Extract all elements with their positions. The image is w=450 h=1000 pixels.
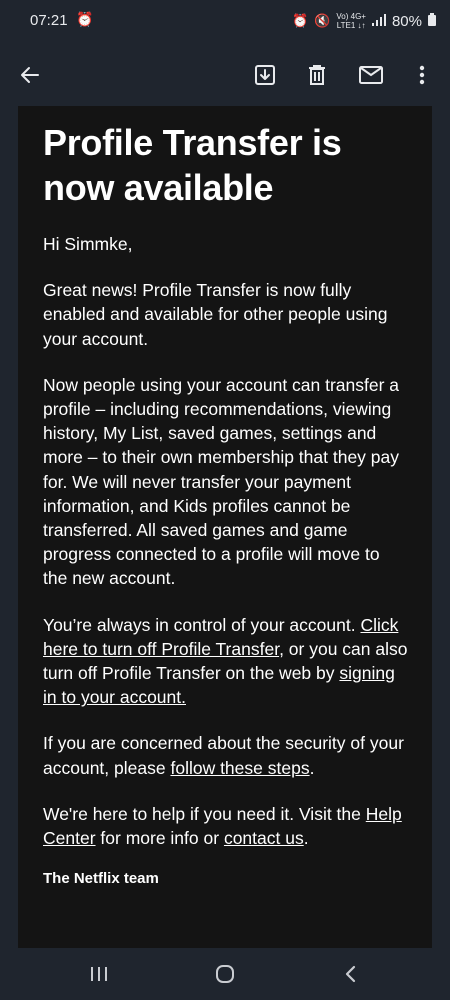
alarm-icon: ⏰ (76, 11, 94, 27)
email-body: Profile Transfer is now available Hi Sim… (18, 106, 432, 948)
status-icons: ⏰ 🔇 Vo) 4G+ LTE1 ↓↑ 80% (292, 12, 436, 30)
mail-icon[interactable] (354, 58, 388, 92)
system-nav-bar (0, 948, 450, 1000)
control-text-1: You’re always in control of your account… (43, 614, 356, 635)
recents-icon[interactable] (79, 960, 119, 988)
network-icon: Vo) 4G+ LTE1 ↓↑ (336, 12, 366, 30)
contact-us-link[interactable]: contact us (224, 828, 304, 848)
arrow-back-icon[interactable] (13, 58, 47, 92)
email-title: Profile Transfer is now available (43, 122, 342, 208)
help-period: . (303, 828, 309, 849)
status-bar: 07:21 ⏰ ⏰ 🔇 Vo) 4G+ LTE1 ↓↑ 80% (0, 0, 450, 44)
more-vert-icon[interactable] (405, 58, 439, 92)
trash-icon[interactable] (300, 58, 334, 92)
signal-icon (371, 13, 386, 29)
paragraph-intro: Great news! Profile Transfer is now full… (43, 280, 388, 349)
paragraph-control: You’re always in control of your account… (43, 613, 408, 710)
archive-icon[interactable] (248, 58, 282, 92)
help-text-1: We're here to help if you need it. Visit… (43, 803, 361, 824)
battery-level: 80% (391, 12, 422, 30)
battery-icon (428, 13, 436, 29)
paragraph-help: We're here to help if you need it. Visit… (43, 802, 408, 850)
email-content: Profile Transfer is now available Hi Sim… (18, 106, 432, 887)
paragraph-security: If you are concerned about the security … (43, 731, 408, 779)
help-text-2: for more info or (100, 828, 220, 849)
greeting: Hi Simmke, (43, 234, 133, 254)
mute-icon: 🔇 (314, 13, 331, 28)
network-top: Vo) 4G+ (336, 12, 366, 21)
home-icon[interactable] (205, 960, 245, 988)
follow-steps-link[interactable]: follow these steps (170, 758, 309, 778)
security-period: . (309, 757, 315, 778)
paragraph-details: Now people using your account can transf… (43, 374, 400, 589)
network-bottom: LTE1 ↓↑ (336, 21, 366, 30)
email-toolbar (0, 44, 450, 106)
alarm-icon: ⏰ (292, 13, 309, 28)
status-time: 07:21 (30, 12, 68, 29)
signature: The Netflix team (43, 870, 159, 888)
nav-back-icon[interactable] (330, 960, 370, 988)
